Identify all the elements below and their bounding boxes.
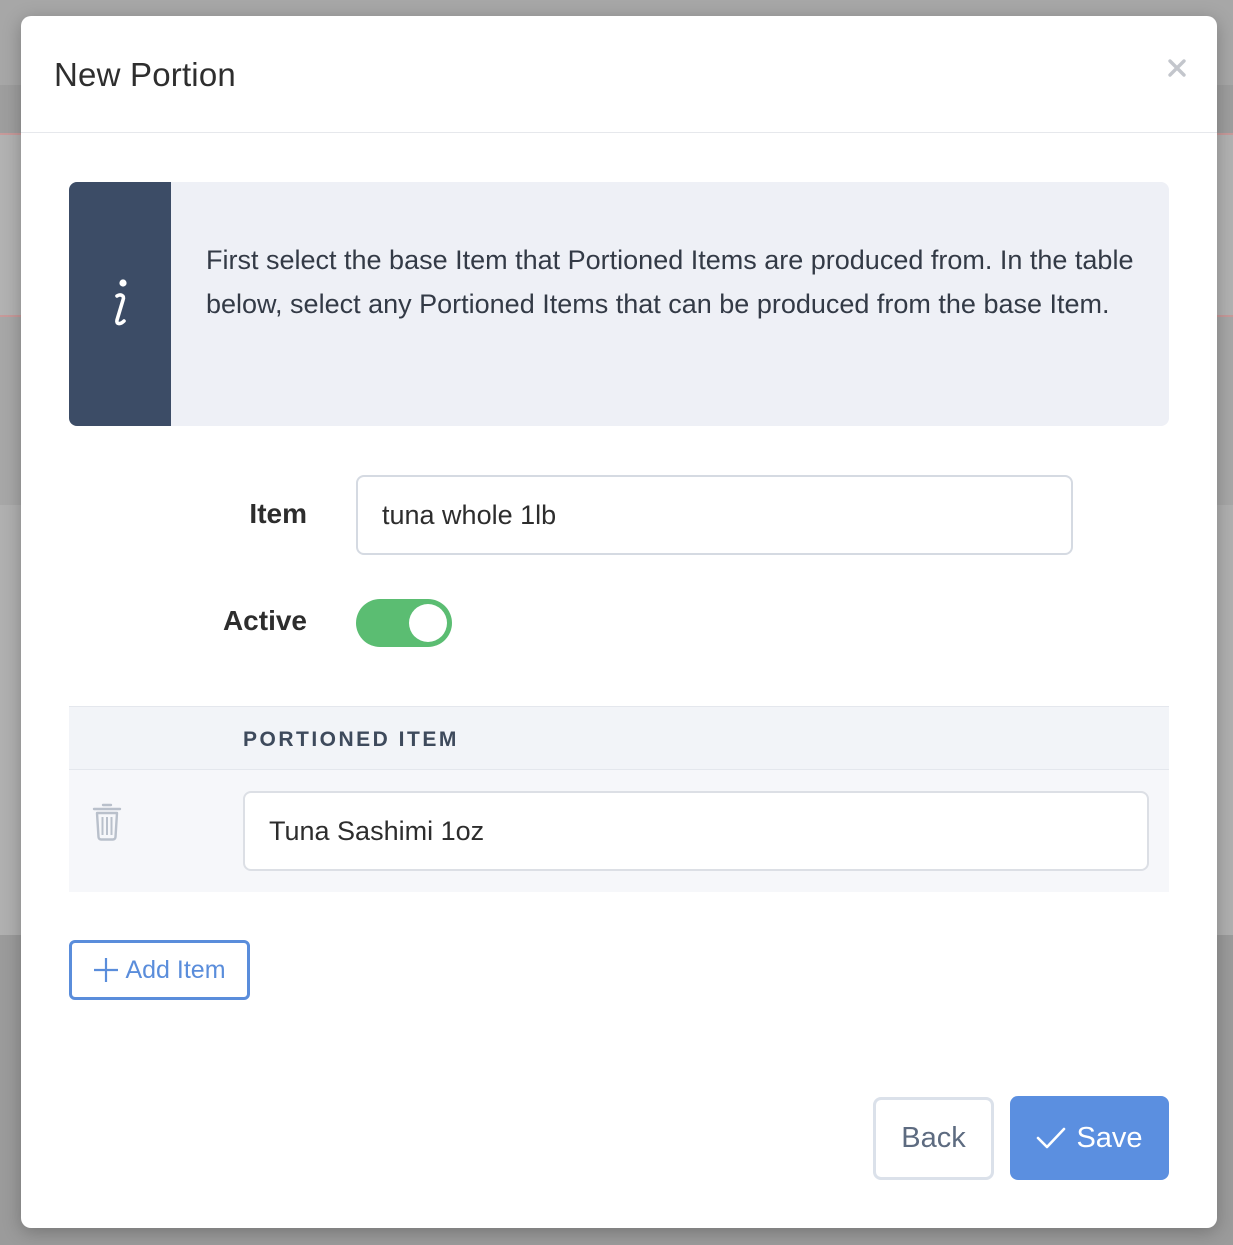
add-item-button[interactable]: Add Item [69, 940, 250, 1000]
table-header: PORTIONED ITEM [69, 706, 1169, 770]
item-label: Item [249, 498, 307, 529]
active-toggle[interactable] [356, 599, 452, 647]
info-icon [115, 279, 127, 326]
info-callout: First select the base Item that Portione… [69, 182, 1169, 426]
portioned-items-table: PORTIONED ITEM [69, 706, 1169, 892]
modal-header: New Portion [21, 16, 1217, 133]
portioned-item-input[interactable] [243, 791, 1149, 871]
delete-row-button[interactable] [91, 802, 123, 842]
save-label: Save [1076, 1121, 1143, 1154]
column-header-portioned-item: PORTIONED ITEM [243, 728, 459, 751]
add-item-label: Add Item [125, 955, 226, 984]
back-button[interactable]: Back [873, 1097, 994, 1180]
info-callout-sidebar [69, 182, 171, 426]
plus-icon [94, 958, 119, 982]
item-input[interactable] [356, 475, 1073, 555]
save-button[interactable]: Save [1010, 1096, 1169, 1180]
trash-icon [92, 803, 122, 841]
toggle-knob [409, 604, 447, 642]
active-label: Active [222, 605, 307, 636]
close-button[interactable] [1163, 54, 1191, 82]
info-text: First select the base Item that Portione… [206, 245, 1134, 319]
modal-title: New Portion [54, 56, 236, 93]
new-portion-modal: New Portion First select the base Item t… [21, 16, 1217, 1228]
close-icon [1168, 59, 1186, 77]
back-label: Back [901, 1122, 966, 1154]
check-icon [1037, 1127, 1066, 1149]
